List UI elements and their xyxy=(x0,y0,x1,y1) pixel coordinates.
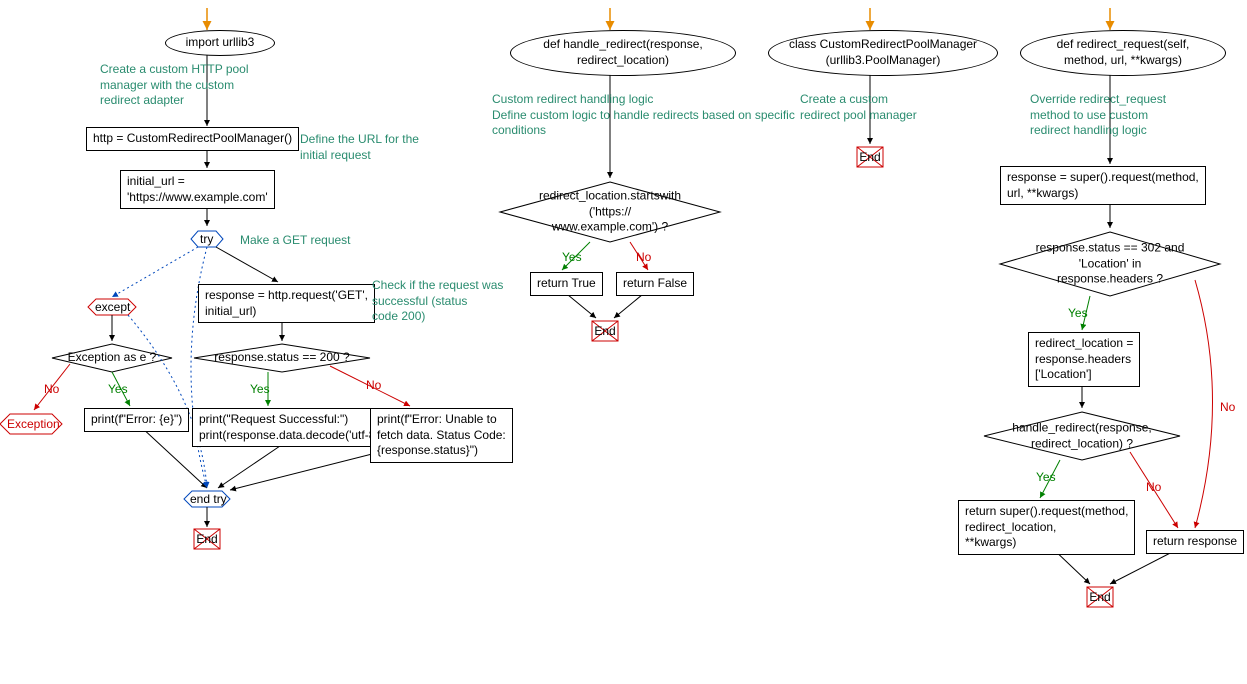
end-text-2: End xyxy=(594,324,615,338)
status-q: response.status == 200 ? xyxy=(214,350,349,366)
col4-yes1: Yes xyxy=(1068,306,1088,320)
http-assign: http = CustomRedirectPoolManager() xyxy=(86,127,299,151)
end-try: end try xyxy=(190,492,227,506)
ret-resp: return response xyxy=(1146,530,1244,554)
response-get: response = http.request('GET', initial_u… xyxy=(198,284,375,323)
comment-class: Create a custom redirect pool manager xyxy=(800,92,917,123)
except-label: except xyxy=(95,300,130,314)
def-handle-text: def handle_redirect(response, redirect_l… xyxy=(543,37,702,68)
exception-hex: Exception xyxy=(7,417,60,431)
class-def-text: class CustomRedirectPoolManager (urllib3… xyxy=(789,37,977,68)
col4-no1: No xyxy=(1220,400,1235,414)
exc-q: Exception as e ? xyxy=(68,350,157,366)
status-no: No xyxy=(366,378,381,392)
end-text-4: End xyxy=(1089,590,1110,604)
exc-no: No xyxy=(44,382,59,396)
def-redirect-text: def redirect_request(self, method, url, … xyxy=(1057,37,1190,68)
print-fail: print(f"Error: Unable to fetch data. Sta… xyxy=(370,408,513,463)
print-ok: print("Request Successful:") print(respo… xyxy=(192,408,393,447)
comment-handle: Custom redirect handling logic Define cu… xyxy=(492,92,795,139)
def-redirect-req: def redirect_request(self, method, url, … xyxy=(1020,30,1226,76)
col4-yes2: Yes xyxy=(1036,470,1056,484)
import-text: import urllib3 xyxy=(186,35,255,51)
class-def: class CustomRedirectPoolManager (urllib3… xyxy=(768,30,998,76)
redir-loc: redirect_location = response.headers ['L… xyxy=(1028,332,1140,387)
ret-false: return False xyxy=(616,272,694,296)
comment-get: Make a GET request xyxy=(240,233,351,249)
comment-override: Override redirect_request method to use … xyxy=(1030,92,1166,139)
ret-true: return True xyxy=(530,272,603,296)
initial-url: initial_url = 'https://www.example.com' xyxy=(120,170,275,209)
end-col2: End xyxy=(591,320,619,342)
cond-302: response.status == 302 and 'Location' in… xyxy=(1036,241,1185,288)
import-node: import urllib3 xyxy=(165,30,275,56)
col2-yes: Yes xyxy=(562,250,582,264)
end-text-1: End xyxy=(196,532,217,546)
def-handle-redirect: def handle_redirect(response, redirect_l… xyxy=(510,30,736,76)
ret-super: return super().request(method, redirect_… xyxy=(958,500,1135,555)
end-col3: End xyxy=(856,146,884,168)
col4-no2: No xyxy=(1146,480,1161,494)
print-err: print(f"Error: {e}") xyxy=(84,408,189,432)
end-text-3: End xyxy=(859,150,880,164)
cond-handle: handle_redirect(response, redirect_locat… xyxy=(1012,420,1151,451)
cond-starts: redirect_location.startswith ('https:// … xyxy=(539,189,681,236)
end-col4: End xyxy=(1086,586,1114,608)
super-request: response = super().request(method, url, … xyxy=(1000,166,1206,205)
end-col1: End xyxy=(193,528,221,550)
status-yes: Yes xyxy=(250,382,270,396)
exc-yes: Yes xyxy=(108,382,128,396)
comment-pool: Create a custom HTTP pool manager with t… xyxy=(100,62,249,109)
try-label: try xyxy=(200,232,213,246)
comment-check: Check if the request was successful (sta… xyxy=(372,278,503,325)
comment-url: Define the URL for the initial request xyxy=(300,132,419,163)
col2-no: No xyxy=(636,250,651,264)
